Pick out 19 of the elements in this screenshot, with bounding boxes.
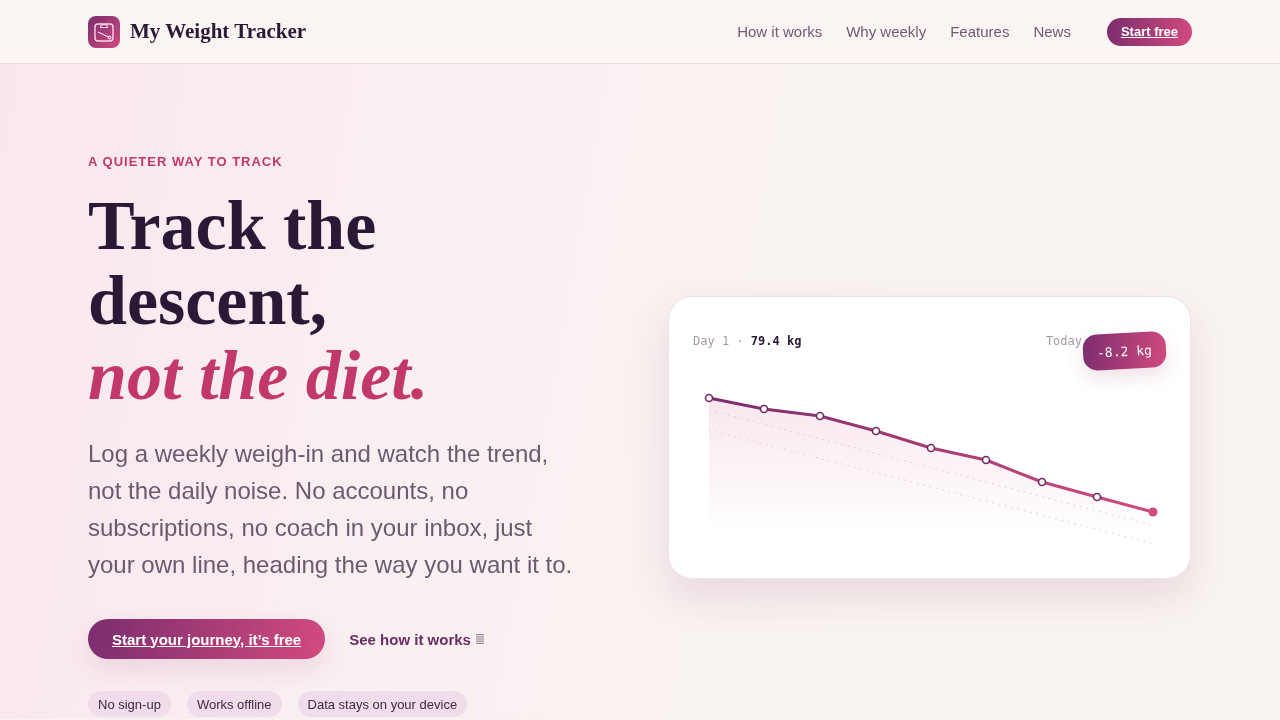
nav-link[interactable]: Features [950, 23, 1010, 40]
nav-link[interactable]: Why weekly [846, 23, 927, 40]
scale-logo-icon [88, 15, 120, 48]
feature-tag: No sign-up [88, 691, 171, 717]
start-weight-label: Day 1 · 79.4 kg [693, 333, 802, 349]
nav-link[interactable]: How it works [737, 23, 823, 40]
brand-name: My Weight Tracker [130, 19, 307, 44]
nav-link[interactable]: News [1033, 23, 1071, 40]
feature-tag: Data stays on your device [297, 691, 468, 717]
hero-headline: Track the descent, not the diet. [88, 188, 430, 413]
eyebrow-text: A QUIETER WAY TO TRACK [88, 154, 283, 170]
weight-change-badge: -8.2 kg [1082, 330, 1167, 372]
feature-tag: Works offline [186, 691, 282, 717]
hero-description: Log a weekly weigh-in and watch the trend, not the daily noise. No accounts, no subscriptions, no coach in your inbox, just your own line, heading the way you want it to. [88, 439, 574, 580]
start-free-button[interactable]: Start free [1106, 17, 1192, 46]
start-journey-button[interactable]: Start your journey, it’s free [88, 619, 326, 659]
see-how-it-works-link[interactable]: See how it works [349, 630, 484, 648]
today-label: Today [1045, 333, 1082, 349]
lines-icon [475, 634, 484, 644]
